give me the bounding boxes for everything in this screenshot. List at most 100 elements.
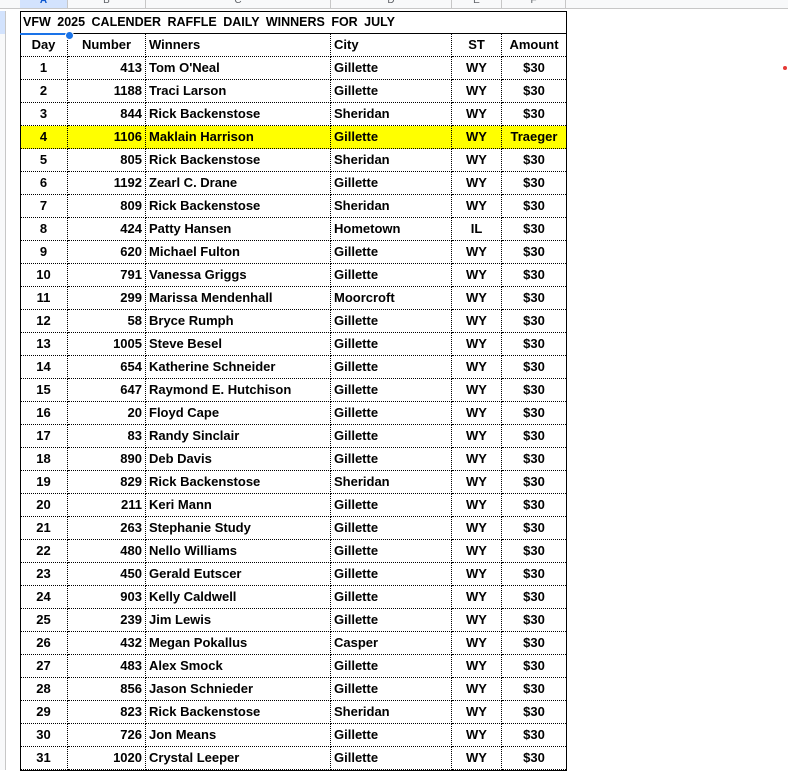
cell-state[interactable]: WY <box>452 494 502 517</box>
row-header[interactable] <box>0 724 6 747</box>
cell-winner[interactable]: Jon Means <box>146 724 331 747</box>
cell-winner[interactable]: Vanessa Griggs <box>146 264 331 287</box>
cell-winner[interactable]: Michael Fulton <box>146 241 331 264</box>
cell-winner[interactable]: Kelly Caldwell <box>146 586 331 609</box>
header-number[interactable]: Number <box>68 34 146 57</box>
cell-winner[interactable]: Raymond E. Hutchison <box>146 379 331 402</box>
row-header[interactable] <box>0 517 6 540</box>
cell-state[interactable]: WY <box>452 379 502 402</box>
cell-amount[interactable]: $30 <box>502 402 566 425</box>
cell-amount[interactable]: $30 <box>502 494 566 517</box>
cell-winner[interactable]: Maklain Harrison <box>146 126 331 149</box>
cell-state[interactable]: WY <box>452 471 502 494</box>
cell-day[interactable]: 7 <box>20 195 68 218</box>
cell-number[interactable]: 83 <box>68 425 146 448</box>
cell-winner[interactable]: Steve Besel <box>146 333 331 356</box>
cell-day[interactable]: 23 <box>20 563 68 586</box>
row-header[interactable] <box>0 34 6 57</box>
cell-amount[interactable]: $30 <box>502 103 566 126</box>
cell-city[interactable]: Gillette <box>331 448 452 471</box>
column-header-d[interactable]: D <box>331 0 452 8</box>
cell-day[interactable]: 5 <box>20 149 68 172</box>
cell-city[interactable]: Gillette <box>331 264 452 287</box>
row-header[interactable] <box>0 494 6 517</box>
fill-handle[interactable] <box>65 31 74 40</box>
cell-number[interactable]: 890 <box>68 448 146 471</box>
cell-day[interactable]: 17 <box>20 425 68 448</box>
header-day[interactable]: Day <box>20 34 68 57</box>
cell-winner[interactable]: Randy Sinclair <box>146 425 331 448</box>
cell-winner[interactable]: Crystal Leeper <box>146 747 331 770</box>
cell-number[interactable]: 805 <box>68 149 146 172</box>
row-header[interactable] <box>0 333 6 356</box>
cell-state[interactable]: WY <box>452 310 502 333</box>
cell-day[interactable]: 19 <box>20 471 68 494</box>
cell-amount[interactable]: $30 <box>502 356 566 379</box>
cell-number[interactable]: 239 <box>68 609 146 632</box>
cell-city[interactable]: Sheridan <box>331 103 452 126</box>
cell-day[interactable]: 2 <box>20 80 68 103</box>
row-header[interactable] <box>0 264 6 287</box>
cell-city[interactable]: Moorcroft <box>331 287 452 310</box>
cell-state[interactable]: WY <box>452 103 502 126</box>
cell-amount[interactable]: $30 <box>502 310 566 333</box>
cell-winner[interactable]: Zearl C. Drane <box>146 172 331 195</box>
cell-state[interactable]: WY <box>452 448 502 471</box>
cell-number[interactable]: 480 <box>68 540 146 563</box>
row-header[interactable] <box>0 678 6 701</box>
cell-number[interactable]: 432 <box>68 632 146 655</box>
cell-number[interactable]: 413 <box>68 57 146 80</box>
cell-state[interactable]: WY <box>452 264 502 287</box>
cell-state[interactable]: WY <box>452 586 502 609</box>
row-header[interactable] <box>0 379 6 402</box>
cell-city[interactable]: Gillette <box>331 494 452 517</box>
cell-day[interactable]: 15 <box>20 379 68 402</box>
cell-city[interactable]: Gillette <box>331 747 452 770</box>
column-header-c[interactable]: C <box>146 0 331 8</box>
cell-number[interactable]: 1005 <box>68 333 146 356</box>
row-header[interactable] <box>0 540 6 563</box>
cell-winner[interactable]: Rick Backenstose <box>146 103 331 126</box>
cell-day[interactable]: 20 <box>20 494 68 517</box>
cell-state[interactable]: WY <box>452 747 502 770</box>
cell-day[interactable]: 29 <box>20 701 68 724</box>
cell-day[interactable]: 6 <box>20 172 68 195</box>
cell-number[interactable]: 1106 <box>68 126 146 149</box>
row-header[interactable] <box>0 471 6 494</box>
cell-city[interactable]: Gillette <box>331 80 452 103</box>
cell-amount[interactable]: $30 <box>502 195 566 218</box>
cell-day[interactable]: 24 <box>20 586 68 609</box>
cell-winner[interactable]: Bryce Rumph <box>146 310 331 333</box>
cell-city[interactable]: Hometown <box>331 218 452 241</box>
cell-winner[interactable]: Nello Williams <box>146 540 331 563</box>
cell-day[interactable]: 18 <box>20 448 68 471</box>
cell-winner[interactable]: Marissa Mendenhall <box>146 287 331 310</box>
cell-city[interactable]: Gillette <box>331 172 452 195</box>
cell-city[interactable]: Gillette <box>331 563 452 586</box>
row-header[interactable] <box>0 310 6 333</box>
row-header[interactable] <box>0 103 6 126</box>
row-header[interactable] <box>0 149 6 172</box>
row-header[interactable] <box>0 287 6 310</box>
cell-amount[interactable]: $30 <box>502 218 566 241</box>
cell-city[interactable]: Sheridan <box>331 701 452 724</box>
header-amount[interactable]: Amount <box>502 34 566 57</box>
cell-city[interactable]: Gillette <box>331 333 452 356</box>
cell-city[interactable]: Gillette <box>331 356 452 379</box>
cell-number[interactable]: 809 <box>68 195 146 218</box>
cell-winner[interactable]: Jason Schnieder <box>146 678 331 701</box>
cell-state[interactable]: WY <box>452 563 502 586</box>
cell-state[interactable]: WY <box>452 126 502 149</box>
cell-amount[interactable]: $30 <box>502 287 566 310</box>
cell-winner[interactable]: Tom O'Neal <box>146 57 331 80</box>
cell-state[interactable]: WY <box>452 655 502 678</box>
cell-state[interactable]: WY <box>452 425 502 448</box>
cell-day[interactable]: 25 <box>20 609 68 632</box>
cell-number[interactable]: 791 <box>68 264 146 287</box>
cell-city[interactable]: Gillette <box>331 724 452 747</box>
cell-amount[interactable]: Traeger <box>502 126 566 149</box>
cell-city[interactable]: Gillette <box>331 402 452 425</box>
cell-city[interactable]: Sheridan <box>331 471 452 494</box>
cell-day[interactable]: 9 <box>20 241 68 264</box>
row-header[interactable] <box>0 655 6 678</box>
